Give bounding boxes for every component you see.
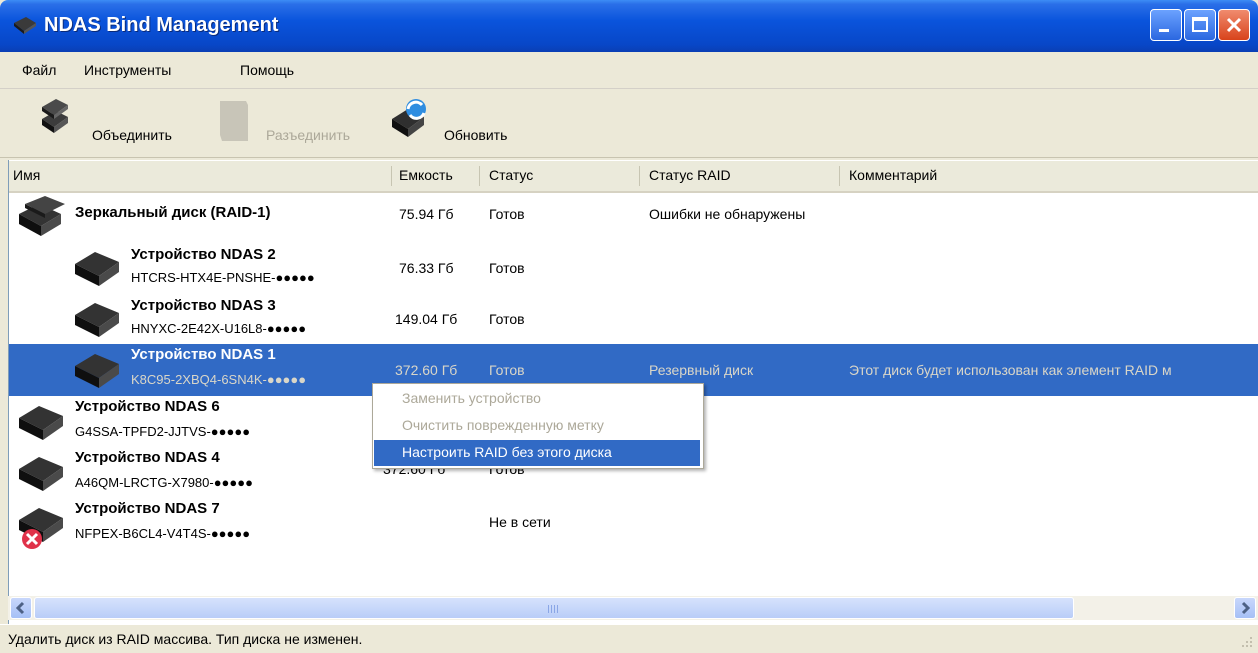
chevron-left-icon [15,601,25,615]
bind-label: Объединить [92,127,172,143]
error-x-icon [22,529,42,549]
scroll-thumb[interactable] [34,597,1074,619]
grip-icon [548,605,558,613]
menu-replace-device[interactable]: Заменить устройство [374,386,700,412]
header-divider [639,166,640,186]
table-row[interactable]: Устройство NDAS 3 HNYXC-2E42X-U16L8-●●●●… [9,293,1258,345]
scroll-left-button[interactable] [10,597,32,619]
row-status: Не в сети [489,514,551,530]
table-row[interactable]: Устройство NDAS 2 HTCRS-HTX4E-PNSHE-●●●●… [9,242,1258,294]
row-capacity: 75.94 Гб [399,206,454,222]
row-status: Готов [489,362,525,378]
ndas-drive-icon [75,252,119,286]
row-name: Устройство NDAS 1 [131,346,276,363]
menu-clear-damaged-label[interactable]: Очистить поврежденную метку [374,413,700,439]
row-raid-status: Резервный диск [649,362,754,378]
scroll-right-button[interactable] [1234,597,1256,619]
row-capacity: 372.60 Гб [395,362,458,378]
menu-tools[interactable]: Инструменты [84,62,171,78]
raid-drive-icon [19,196,65,236]
row-comment: Этот диск будет использован как элемент … [849,362,1172,378]
col-name-header[interactable]: Имя [13,167,40,183]
row-name: Устройство NDAS 6 [75,398,220,415]
ndas-drive-icon [75,354,119,388]
ndas-drive-icon [19,457,63,491]
toolbar: Объединить Разъединить Обновить [0,89,1258,158]
row-serial: G4SSA-TPFD2-JJTVS-●●●●● [75,424,251,439]
row-status: Готов [489,311,525,327]
resize-grip-icon[interactable] [1240,635,1254,649]
app-window: NDAS Bind Management Файл Инструменты По… [0,0,1258,653]
horizontal-scrollbar[interactable] [8,596,1258,620]
ndas-drive-icon [19,406,63,440]
refresh-button[interactable]: Обновить [390,97,540,149]
ndas-drive-icon [14,17,36,34]
unbind-button[interactable]: Разъединить [212,97,382,149]
menu-bar: Файл Инструменты Помощь [0,52,1258,89]
minimize-button[interactable] [1150,9,1182,41]
chevron-right-icon [1241,601,1251,615]
row-capacity: 76.33 Гб [399,260,454,276]
ndas-drive-icon [75,303,119,337]
menu-help[interactable]: Помощь [240,62,294,78]
row-raid-status: Ошибки не обнаружены [649,206,806,222]
refresh-icon [392,99,426,137]
row-name: Зеркальный диск (RAID-1) [75,204,271,221]
row-serial: HNYXC-2E42X-U16L8-●●●●● [131,321,307,336]
header-divider [479,166,480,186]
row-name: Устройство NDAS 2 [131,246,276,263]
status-bar: Удалить диск из RAID массива. Тип диска … [0,624,1258,653]
row-name: Устройство NDAS 3 [131,297,276,314]
menu-item-label: Очистить поврежденную метку [402,417,604,433]
menu-item-label: Настроить RAID без этого диска [402,444,612,460]
list-header: Имя Емкость Статус Статус RAID Комментар… [9,160,1258,193]
unbind-icon [220,101,248,141]
header-divider [391,166,392,186]
close-button[interactable] [1218,9,1250,41]
menu-item-label: Заменить устройство [402,390,541,406]
row-serial: K8C95-2XBQ4-6SN4K-●●●●● [131,372,307,387]
table-row[interactable]: Устройство NDAS 7 NFPEX-B6CL4-V4T4S-●●●●… [9,498,1258,550]
table-row[interactable]: Зеркальный диск (RAID-1) 75.94 Гб Готов … [9,190,1258,242]
row-serial: A46QM-LRCTG-X7980-●●●●● [75,475,253,490]
status-text: Удалить диск из RAID массива. Тип диска … [8,631,363,647]
row-name: Устройство NDAS 4 [75,449,220,466]
menu-reconfigure-raid-without-disk[interactable]: Настроить RAID без этого диска [374,440,700,466]
row-serial: NFPEX-B6CL4-V4T4S-●●●●● [75,526,251,541]
refresh-label: Обновить [444,127,508,143]
row-name: Устройство NDAS 7 [75,500,220,517]
window-title: NDAS Bind Management [44,14,279,36]
row-status: Готов [489,206,525,222]
col-raid-status-header[interactable]: Статус RAID [649,167,731,183]
col-comment-header[interactable]: Комментарий [849,167,937,183]
bind-drives-icon [42,99,68,133]
header-divider [839,166,840,186]
row-status: Готов [489,260,525,276]
row-serial: HTCRS-HTX4E-PNSHE-●●●●● [131,270,315,285]
bind-button[interactable]: Объединить [34,97,194,149]
title-bar[interactable]: NDAS Bind Management [0,0,1258,52]
row-capacity: 149.04 Гб [395,311,458,327]
maximize-button[interactable] [1184,9,1216,41]
context-menu: Заменить устройство Очистить поврежденну… [372,383,704,469]
col-status-header[interactable]: Статус [489,167,533,183]
unbind-label: Разъединить [266,127,351,143]
menu-file[interactable]: Файл [22,62,56,78]
col-capacity-header[interactable]: Емкость [399,167,453,183]
